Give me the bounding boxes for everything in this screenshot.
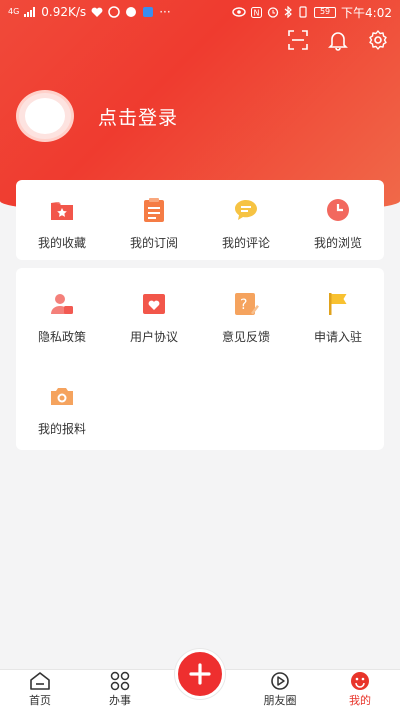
- menu-item-comments[interactable]: 我的评论: [200, 194, 292, 264]
- svg-text:?: ?: [240, 297, 247, 313]
- status-bar: 4G 0.92K/s ··· N 59 下午4:02: [0, 0, 400, 24]
- app-notification-icon-3: [143, 7, 154, 17]
- vibrate-icon: [299, 6, 307, 18]
- top-actions: [286, 28, 390, 52]
- alarm-icon: [267, 7, 279, 18]
- svg-text:N: N: [254, 8, 260, 17]
- menu-label: 我的订阅: [129, 236, 178, 250]
- privacy-user-icon: [48, 290, 76, 318]
- feedback-question-icon: ?: [232, 290, 260, 318]
- menu-label: 我的浏览: [313, 236, 362, 250]
- nfc-icon: N: [251, 6, 263, 18]
- grid-icon: [108, 670, 132, 692]
- menu-item-favorites[interactable]: 我的收藏: [16, 194, 108, 264]
- clipboard-icon: [140, 196, 168, 224]
- menu-label: 申请入驻: [313, 330, 362, 344]
- menu-label: 用户协议: [129, 330, 178, 344]
- flag-icon: [324, 290, 352, 318]
- camera-icon: [48, 382, 76, 410]
- menu-item-subscriptions[interactable]: 我的订阅: [108, 194, 200, 264]
- profile-header[interactable]: 点击登录: [16, 90, 178, 142]
- publish-button[interactable]: [175, 649, 225, 699]
- tab-home[interactable]: 首页: [0, 670, 80, 711]
- menu-item-news-tip[interactable]: 我的报料: [16, 380, 108, 472]
- login-link[interactable]: 点击登录: [98, 103, 178, 130]
- menu-item-history[interactable]: 我的浏览: [292, 194, 384, 264]
- clock-icon: [324, 196, 352, 224]
- folder-star-icon: [48, 196, 76, 224]
- tab-friends[interactable]: 朋友圈: [240, 670, 320, 711]
- services-card: 隐私政策 用户协议 ? 意见反馈 申请入驻 我的报料: [16, 268, 384, 450]
- tab-publish: [160, 649, 240, 711]
- home-icon: [28, 670, 52, 692]
- app-notification-icon: [108, 6, 120, 18]
- network-speed: 0.92K/s: [41, 5, 87, 19]
- menu-label: 意见反馈: [221, 330, 270, 344]
- bottom-tab-bar: 首页 办事 朋友圈 我的: [0, 649, 400, 711]
- tab-label: 办事: [109, 694, 131, 707]
- heart-notification-icon: [91, 7, 103, 17]
- app-notification-icon-2: [126, 7, 137, 17]
- menu-item-apply[interactable]: 申请入驻: [292, 288, 384, 380]
- agreement-heart-icon: [140, 290, 168, 318]
- tab-label: 我的: [349, 694, 371, 707]
- plus-icon: [189, 663, 211, 685]
- signal-icon: [24, 7, 36, 17]
- menu-item-privacy[interactable]: 隐私政策: [16, 288, 108, 380]
- profile-smile-icon: [348, 670, 372, 692]
- menu-label: 我的评论: [221, 236, 270, 250]
- my-activity-card: 我的收藏 我的订阅 我的评论 我的浏览: [16, 180, 384, 260]
- comment-icon: [232, 196, 260, 224]
- menu-item-feedback[interactable]: ? 意见反馈: [200, 288, 292, 380]
- bluetooth-icon: [284, 6, 292, 18]
- eye-icon: [232, 7, 246, 17]
- menu-label: 我的报料: [37, 422, 86, 436]
- friends-icon: [268, 670, 292, 692]
- battery-level: 59: [314, 6, 337, 18]
- tab-label: 首页: [29, 694, 51, 707]
- scan-icon[interactable]: [286, 28, 310, 52]
- menu-label: 隐私政策: [37, 330, 86, 344]
- clock: 下午4:02: [341, 5, 392, 20]
- avatar[interactable]: [16, 90, 74, 142]
- network-label: 4G: [8, 7, 20, 16]
- tab-services[interactable]: 办事: [80, 670, 160, 711]
- tab-label: 朋友圈: [263, 694, 297, 707]
- menu-item-user-agreement[interactable]: 用户协议: [108, 288, 200, 380]
- settings-gear-icon[interactable]: [366, 28, 390, 52]
- bell-icon[interactable]: [326, 28, 350, 52]
- tab-mine[interactable]: 我的: [320, 670, 400, 711]
- menu-label: 我的收藏: [37, 236, 86, 250]
- more-notifications: ···: [159, 5, 171, 19]
